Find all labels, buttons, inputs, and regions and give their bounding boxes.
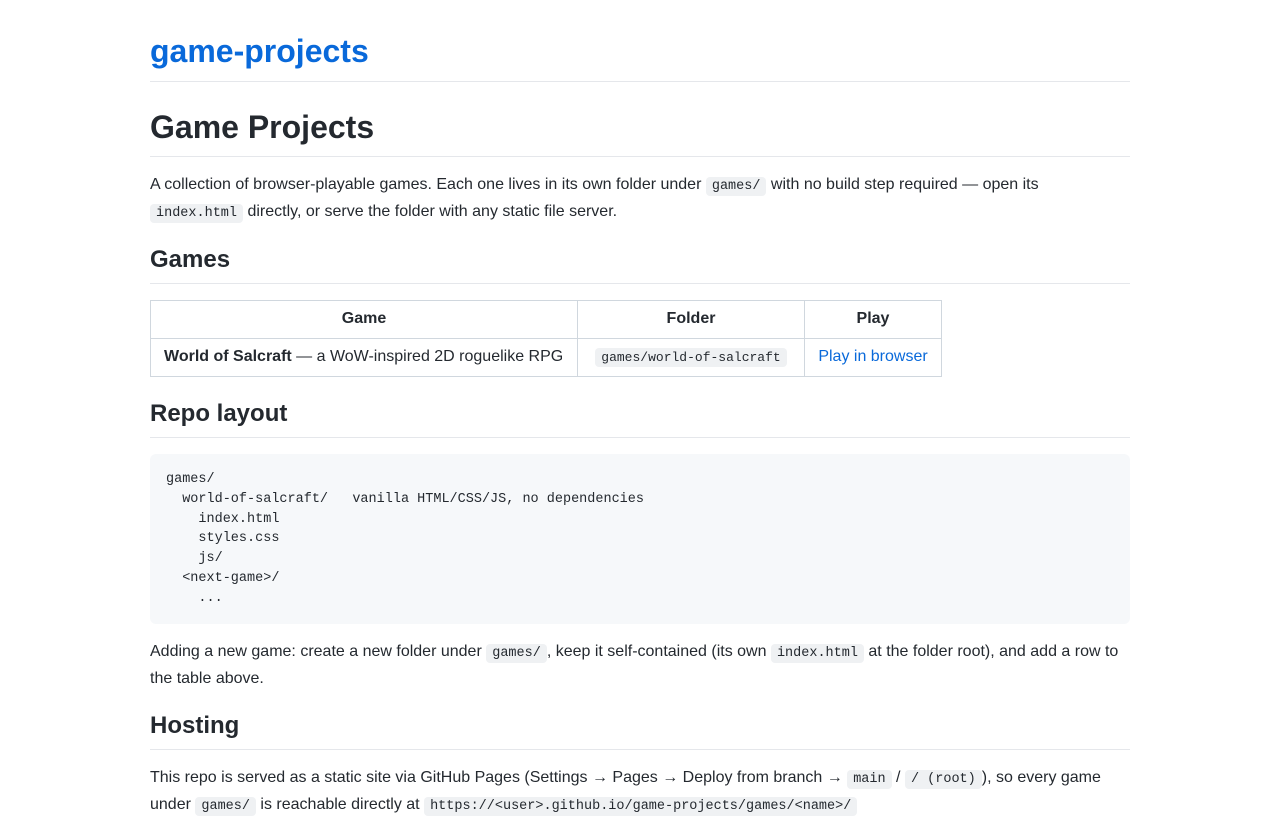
column-header-game: Game	[150, 300, 578, 339]
site-header: game-projects	[150, 0, 1130, 82]
intro-text-1: A collection of browser-playable games. …	[150, 176, 706, 193]
intro-text-3: directly, or serve the folder with any s…	[243, 203, 618, 220]
table-header-row: Game Folder Play	[150, 300, 942, 339]
site-title-link[interactable]: game-projects	[150, 31, 369, 71]
hosting-text-1: This repo is served as a static site via…	[150, 769, 848, 786]
repo-layout-heading: Repo layout	[150, 400, 288, 427]
intro-text-2: with no build step required — open its	[766, 176, 1039, 193]
column-header-folder: Folder	[577, 300, 805, 339]
hosting-divider	[150, 749, 1130, 750]
repo-layout-code-block[interactable]: games/ world-of-salcraft/ vanilla HTML/C…	[150, 454, 1130, 624]
adding-code-index: index.html	[770, 644, 864, 663]
adding-text-1: Adding a new game: create a new folder u…	[150, 643, 487, 660]
adding-code-games: games/	[486, 644, 547, 663]
game-name: World of Salcraft	[164, 348, 292, 366]
table-row: World of Salcraft — a WoW-inspired 2D ro…	[150, 338, 942, 377]
games-table: Game Folder Play World of Salcraft — a W…	[150, 300, 942, 377]
adding-paragraph: Adding a new game: create a new folder u…	[150, 639, 1130, 691]
page-title-divider	[150, 156, 1130, 157]
hosting-heading: Hosting	[150, 712, 240, 739]
play-in-browser-link[interactable]: Play in browser	[818, 348, 927, 365]
hosting-text-2: /	[891, 769, 905, 786]
hosting-text-4: is reachable directly at	[255, 796, 425, 813]
hosting-code-root: / (root)	[904, 770, 982, 789]
games-heading-divider	[150, 283, 1130, 284]
page-title: Game Projects	[150, 109, 375, 145]
folder-path: games/world-of-salcraft	[595, 348, 787, 368]
readme-page: game-projects Game Projects A collection…	[150, 0, 1130, 816]
intro-code-games: games/	[705, 177, 767, 196]
hosting-code-main: main	[847, 770, 892, 789]
column-header-play: Play	[804, 300, 942, 339]
intro-paragraph: A collection of browser-playable games. …	[150, 172, 1130, 226]
repo-layout-divider	[150, 437, 1130, 438]
intro-code-index: index.html	[150, 204, 244, 223]
games-heading: Games	[150, 246, 231, 273]
adding-text-2: , keep it self-contained (its own	[546, 643, 771, 660]
hosting-paragraph: This repo is served as a static site via…	[150, 765, 1130, 819]
play-cell: Play in browser	[804, 338, 942, 377]
folder-cell: games/world-of-salcraft	[577, 338, 805, 377]
game-description: — a WoW-inspired 2D roguelike RPG	[291, 348, 564, 366]
game-cell: World of Salcraft — a WoW-inspired 2D ro…	[150, 338, 578, 377]
